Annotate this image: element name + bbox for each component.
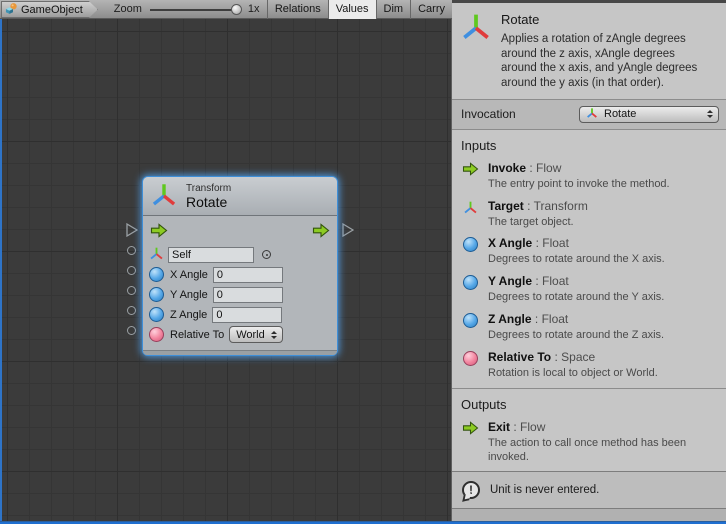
- dropdown-arrows-icon: [271, 331, 277, 339]
- bolt-graph-window: GameObject Zoom 1x Relations Values Dim …: [0, 0, 726, 524]
- flow-arrow-icon: [461, 420, 479, 465]
- float-port-icon: [463, 313, 478, 328]
- breadcrumb[interactable]: GameObject: [1, 1, 98, 18]
- transform-axes-icon: [461, 199, 479, 230]
- transform-axes-icon: [149, 246, 164, 264]
- target-self-field[interactable]: [168, 247, 254, 263]
- float-port-icon[interactable]: [149, 287, 164, 302]
- exit-flow-arrow-icon[interactable]: [312, 223, 330, 241]
- z-angle-label: Z Angle: [170, 309, 207, 321]
- warning-icon: !: [462, 481, 480, 499]
- invocation-dropdown[interactable]: Rotate: [579, 106, 719, 123]
- gameobject-icon: [5, 2, 18, 18]
- node-footer: [143, 350, 337, 355]
- outputs-header: Outputs: [452, 388, 726, 417]
- transform-axes-icon: [586, 107, 598, 122]
- zoom-slider[interactable]: [150, 0, 242, 19]
- target-row: [149, 246, 331, 263]
- inspector-panel: Rotate Applies a rotation of zAngle degr…: [451, 0, 726, 521]
- invocation-row: Invocation Rotate: [452, 100, 726, 130]
- zoom-label: Zoom: [114, 3, 142, 15]
- tab-values[interactable]: Values: [328, 0, 376, 19]
- relative-to-value-port[interactable]: [127, 326, 136, 335]
- object-picker-icon[interactable]: [262, 250, 271, 259]
- node-body: X Angle Y Angle Z Angle Relative To: [143, 216, 337, 350]
- relative-to-row: Relative To World: [149, 326, 331, 343]
- x-angle-field[interactable]: [213, 267, 283, 283]
- x-angle-value-port[interactable]: [127, 266, 136, 275]
- float-port-icon[interactable]: [149, 267, 164, 282]
- panel-header: Rotate Applies a rotation of zAngle degr…: [452, 3, 726, 100]
- doc-entry-invoke: Invoke : Flow The entry point to invoke …: [452, 158, 726, 196]
- tab-relations[interactable]: Relations: [267, 0, 328, 19]
- invoke-flow-arrow-icon[interactable]: [150, 223, 168, 241]
- zoom-slider-handle[interactable]: [231, 4, 242, 15]
- float-port-icon: [463, 275, 478, 290]
- z-angle-field[interactable]: [212, 307, 282, 323]
- invocation-label: Invocation: [461, 107, 516, 121]
- target-value-port[interactable]: [127, 246, 136, 255]
- breadcrumb-label: GameObject: [21, 4, 83, 16]
- zoom-slider-track: [150, 9, 238, 11]
- doc-entry-exit: Exit : Flow The action to call once meth…: [452, 417, 726, 469]
- flow-input-port[interactable]: [126, 223, 138, 237]
- warning-text: Unit is never entered.: [490, 484, 599, 496]
- tab-carry[interactable]: Carry: [410, 0, 452, 19]
- y-angle-row: Y Angle: [149, 286, 331, 303]
- inputs-header: Inputs: [452, 130, 726, 158]
- relative-to-label: Relative To: [170, 329, 224, 341]
- space-port-icon[interactable]: [149, 327, 164, 342]
- panel-title: Rotate: [501, 12, 713, 27]
- rotate-unit-node[interactable]: Transform Rotate: [143, 177, 337, 355]
- graph-canvas[interactable]: Transform Rotate: [2, 19, 451, 521]
- flow-arrow-icon: [461, 161, 479, 192]
- panel-bottom-strip: [452, 509, 726, 521]
- y-angle-label: Y Angle: [170, 289, 208, 301]
- relative-to-dropdown[interactable]: World: [229, 326, 283, 343]
- node-category: Transform: [186, 183, 231, 195]
- doc-entry-y-angle: Y Angle : Float Degrees to rotate around…: [452, 271, 726, 309]
- panel-description: Applies a rotation of zAngle degrees aro…: [501, 32, 713, 91]
- z-angle-value-port[interactable]: [127, 306, 136, 315]
- node-title: Rotate: [186, 195, 231, 210]
- z-angle-row: Z Angle: [149, 306, 331, 323]
- flow-output-port[interactable]: [342, 223, 354, 237]
- x-angle-label: X Angle: [170, 269, 208, 281]
- zoom-value: 1x: [248, 3, 260, 15]
- doc-entry-z-angle: Z Angle : Float Degrees to rotate around…: [452, 309, 726, 347]
- dropdown-arrows-icon: [707, 110, 713, 118]
- y-angle-value-port[interactable]: [127, 286, 136, 295]
- x-angle-row: X Angle: [149, 266, 331, 283]
- invocation-value: Rotate: [604, 108, 701, 120]
- transform-axes-icon: [461, 12, 491, 91]
- float-port-icon: [463, 237, 478, 252]
- space-port-icon: [463, 351, 478, 366]
- graph-toolbar: GameObject Zoom 1x Relations Values Dim …: [0, 0, 452, 19]
- doc-entry-x-angle: X Angle : Float Degrees to rotate around…: [452, 233, 726, 271]
- warning-bar: ! Unit is never entered.: [452, 471, 726, 509]
- float-port-icon[interactable]: [149, 307, 164, 322]
- relative-to-value: World: [236, 329, 265, 341]
- toolbar-tabs: Relations Values Dim Carry: [267, 0, 452, 19]
- window-border-left: [0, 19, 2, 524]
- doc-entry-target: Target : Transform The target object.: [452, 196, 726, 234]
- node-header[interactable]: Transform Rotate: [143, 177, 337, 216]
- tab-dim[interactable]: Dim: [376, 0, 411, 19]
- transform-axes-icon: [151, 182, 177, 211]
- doc-entry-relative-to: Relative To : Space Rotation is local to…: [452, 347, 726, 385]
- y-angle-field[interactable]: [213, 287, 283, 303]
